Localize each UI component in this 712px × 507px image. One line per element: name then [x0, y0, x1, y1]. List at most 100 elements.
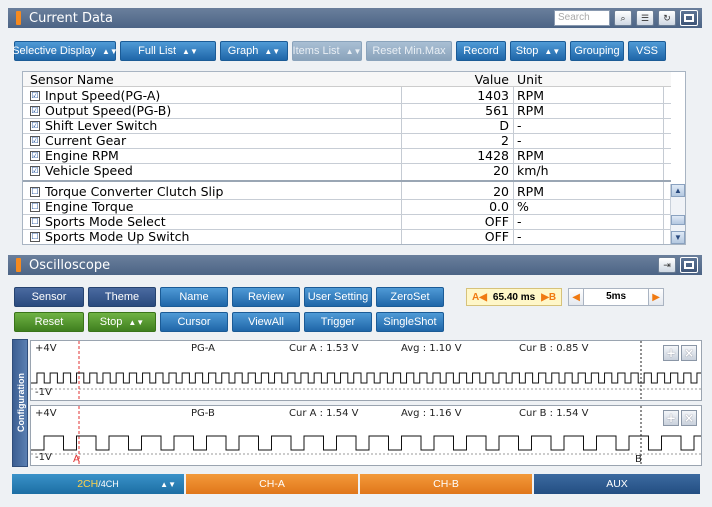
timebase-stepper[interactable]: ◀ 5ms ▶ [568, 288, 665, 306]
scale-max: +4V [35, 408, 57, 419]
checkbox[interactable]: ☐ [30, 201, 40, 212]
sensor-unit: - [517, 133, 522, 148]
updown-icon: ▲▼ [182, 46, 198, 56]
full-list-button[interactable]: Full List ▲▼ [120, 41, 216, 61]
checkbox[interactable]: ☑ [30, 90, 40, 101]
table-row[interactable]: ☐ Engine Torque 0.0 % [23, 199, 671, 214]
search-input[interactable]: Search [554, 10, 610, 26]
selective-display-label: Selective Display [12, 45, 96, 57]
table-row[interactable]: ☑ Output Speed(PG-B) 561 RPM [23, 103, 671, 118]
sensor-button[interactable]: Sensor [14, 287, 84, 307]
zoom-in-icon[interactable]: + [663, 345, 679, 361]
col-unit[interactable]: Unit [513, 72, 663, 87]
close-icon[interactable]: × [681, 345, 697, 361]
col-sensor-name[interactable]: Sensor Name [23, 72, 401, 87]
checkbox[interactable]: ☐ [30, 186, 40, 197]
retry-icon[interactable]: ↻ [658, 10, 676, 26]
sensor-name: Sports Mode Select [45, 214, 166, 229]
scroll-thumb[interactable] [671, 215, 685, 225]
aux-tab[interactable]: AUX [534, 474, 700, 494]
table-row[interactable]: ☐ Torque Converter Clutch Slip 20 RPM [23, 184, 671, 199]
items-list-button[interactable]: Items List ▲▼ [292, 41, 362, 61]
table-row[interactable]: ☑ Input Speed(PG-A) 1403 RPM [23, 88, 671, 103]
table-row[interactable]: ☑ Current Gear 2 - [23, 133, 671, 148]
checkbox[interactable]: ☐ [30, 231, 40, 242]
channel-pg-b-trace[interactable]: +4V -1V PG-B Cur A : 1.54 V Avg : 1.16 V… [30, 405, 702, 466]
search-icon[interactable]: ⌕ [614, 10, 632, 26]
oscilloscope-title: Oscilloscope [29, 257, 111, 273]
table-header: Sensor Name Value Unit [23, 72, 671, 87]
checkbox[interactable]: ☑ [30, 150, 40, 161]
current-data-title: Current Data [29, 10, 113, 26]
osc-stop-label: Stop [99, 316, 123, 328]
sensor-unit: km/h [517, 163, 549, 178]
channel-b-tab[interactable]: CH-B [360, 474, 532, 494]
maximize-icon[interactable] [680, 10, 698, 26]
checkbox[interactable]: ☑ [30, 165, 40, 176]
trigger-button[interactable]: Trigger [304, 312, 372, 332]
checkbox[interactable]: ☑ [30, 135, 40, 146]
selective-display-button[interactable]: Selective Display ▲▼ [12, 41, 118, 61]
graph-button[interactable]: Graph ▲▼ [220, 41, 288, 61]
vss-button[interactable]: VSS [628, 41, 666, 61]
checkbox[interactable]: ☑ [30, 105, 40, 116]
sensor-name: Output Speed(PG-B) [45, 103, 172, 118]
user-setting-button[interactable]: User Setting [304, 287, 372, 307]
sensor-unit: - [517, 229, 522, 244]
grouping-button[interactable]: Grouping [570, 41, 624, 61]
updown-icon: ▲▼ [345, 46, 362, 56]
scroll-up-icon[interactable]: ▲ [671, 184, 685, 197]
osc-stop-button[interactable]: Stop ▲▼ [88, 312, 156, 332]
sensor-value: D [499, 118, 509, 133]
average-value: Avg : 1.16 V [401, 408, 462, 419]
cursor-a-marker[interactable]: A [73, 454, 80, 465]
table-scrollbar[interactable]: ▲ ▼ [670, 184, 685, 244]
timebase-decrease-icon[interactable]: ◀ [568, 288, 585, 306]
singleshot-button[interactable]: SingleShot [376, 312, 444, 332]
oscilloscope-header: Oscilloscope ⇥ [8, 255, 702, 275]
cursor-a-value: Cur A : 1.54 V [289, 408, 359, 419]
export-icon[interactable]: ⇥ [658, 257, 676, 273]
maximize-icon[interactable] [680, 257, 698, 273]
cursor-delta-box: A◀ 65.40 ms ▶B [466, 288, 563, 306]
col-value[interactable]: Value [401, 72, 513, 87]
table-row[interactable]: ☐ Sports Mode Up Switch OFF - [23, 229, 671, 244]
viewall-button[interactable]: ViewAll [232, 312, 300, 332]
table-row[interactable]: ☐ Sports Mode Select OFF - [23, 214, 671, 229]
table-row[interactable]: ☑ Shift Lever Switch D - [23, 118, 671, 133]
updown-icon: ▲▼ [128, 317, 145, 327]
close-icon[interactable]: × [681, 410, 697, 426]
timebase-increase-icon[interactable]: ▶ [648, 288, 665, 306]
oscilloscope-toolbar-2: Reset Stop ▲▼ Cursor ViewAll Trigger Sing… [14, 312, 444, 332]
cursor-button[interactable]: Cursor [160, 312, 228, 332]
checkbox[interactable]: ☐ [30, 216, 40, 227]
graph-label: Graph [227, 45, 259, 57]
table-row[interactable]: ☑ Vehicle Speed 20 km/h [23, 163, 671, 178]
waveform-pg-a [31, 341, 701, 400]
checkbox[interactable]: ☑ [30, 120, 40, 131]
reset-button[interactable]: Reset [14, 312, 84, 332]
record-button[interactable]: Record [456, 41, 506, 61]
table-row[interactable]: ☑ Engine RPM 1428 RPM [23, 148, 671, 163]
zoom-in-icon[interactable]: + [663, 410, 679, 426]
configuration-tab[interactable]: Configuration [12, 339, 28, 467]
reset-min-max-button[interactable]: Reset Min.Max [366, 41, 452, 61]
stop-label: Stop [515, 45, 539, 57]
channel-pg-a-trace[interactable]: +4V -1V PG-A Cur A : 1.53 V Avg : 1.10 V… [30, 340, 702, 401]
scale-min: -1V [35, 452, 52, 463]
channel-count-select[interactable]: 2CH/4CH ▲▼ [12, 474, 184, 494]
cursor-b-marker[interactable]: B [635, 454, 642, 465]
cursor-b-value: Cur B : 0.85 V [519, 343, 589, 354]
list-icon[interactable]: ☰ [636, 10, 654, 26]
zeroset-button[interactable]: ZeroSet [376, 287, 444, 307]
scroll-track[interactable] [671, 197, 685, 215]
name-button[interactable]: Name [160, 287, 228, 307]
review-button[interactable]: Review [232, 287, 300, 307]
cursor-delta: 65.40 ms [492, 291, 536, 303]
theme-button[interactable]: Theme [88, 287, 156, 307]
items-list-label: Items List [292, 45, 340, 57]
channel-a-tab[interactable]: CH-A [186, 474, 358, 494]
sensor-value: OFF [484, 214, 509, 229]
scroll-down-icon[interactable]: ▼ [671, 231, 685, 244]
stop-button[interactable]: Stop ▲▼ [510, 41, 566, 61]
